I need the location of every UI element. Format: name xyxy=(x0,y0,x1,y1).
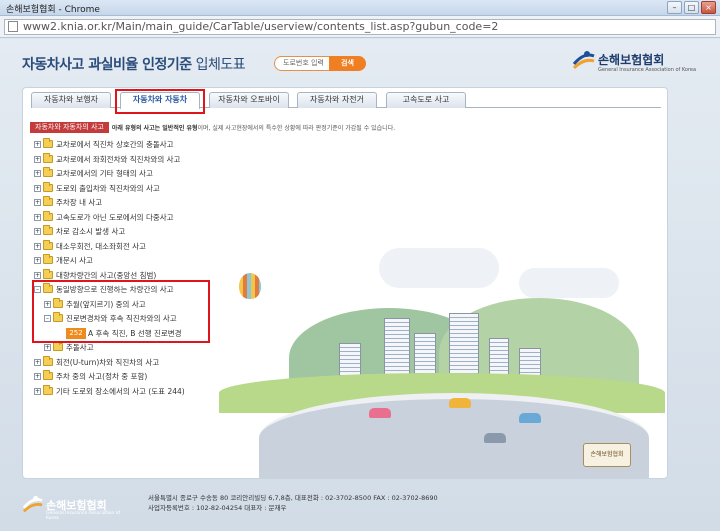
car-icon xyxy=(484,433,506,443)
footer-address: 서울특별시 종로구 수송동 80 코리안리빌딩 6,7,8층, 대표전화 : 0… xyxy=(148,494,438,502)
selected-branch-highlight xyxy=(32,280,210,343)
logo-mark-icon xyxy=(572,51,595,70)
car-icon xyxy=(519,413,541,423)
tab-highway[interactable]: 고속도로 사고 xyxy=(386,92,466,108)
page-title-normal: 입체도표 xyxy=(191,57,246,73)
footer-logo: 손해보험협회 General Insurance Association of … xyxy=(22,493,122,521)
close-button[interactable]: × xyxy=(701,1,716,14)
folder-icon xyxy=(43,167,53,177)
window-title: 손해보험협회 - Chrome xyxy=(6,5,100,15)
expand-icon[interactable]: + xyxy=(34,156,41,163)
search-button[interactable]: 검색 xyxy=(329,56,366,71)
folder-icon xyxy=(43,240,53,250)
expand-icon[interactable]: + xyxy=(34,272,41,279)
city-illustration xyxy=(219,238,665,478)
folder-icon xyxy=(43,385,53,395)
search-input[interactable]: 도로번호 입력 xyxy=(274,56,330,71)
cloud xyxy=(519,268,619,298)
hot-air-balloon-icon xyxy=(239,273,261,299)
active-tab-highlight xyxy=(115,89,205,114)
signpost: 손해보험협회 xyxy=(583,443,631,467)
minimize-button[interactable]: – xyxy=(667,1,682,14)
page-footer: 손해보험협회 General Insurance Association of … xyxy=(0,485,720,531)
car-icon xyxy=(369,408,391,418)
expand-icon[interactable]: + xyxy=(44,344,51,351)
url-field[interactable]: www2.knia.or.kr/Main/main_guide/CarTable… xyxy=(4,19,716,35)
tab-motorcycle[interactable]: 자동차와 오토바이 xyxy=(209,92,289,108)
logo-name: 손해보험협회 xyxy=(598,53,665,67)
description-bold: 아래 유형의 사고는 일반적인 유형 xyxy=(111,125,198,132)
page-title: 자동차사고 과실비율 인정기준 입체도표 xyxy=(22,54,246,74)
category-description: 자동차와 자동차의 사고 아래 유형의 사고는 일반적인 유형이며, 실제 사고현… xyxy=(30,122,395,134)
footer-business-number: 사업자등록번호 : 102-82-04254 대표자 : 문재우 xyxy=(148,504,287,512)
folder-icon xyxy=(43,370,53,380)
tab-bicycle[interactable]: 자동차와 자전거 xyxy=(297,92,377,108)
expand-icon[interactable]: + xyxy=(34,373,41,380)
page: 자동차사고 과실비율 인정기준 입체도표 도로번호 입력 검색 손해보험협회 G… xyxy=(0,39,720,531)
tab-pedestrian[interactable]: 자동차와 보행자 xyxy=(31,92,111,108)
page-header: 자동차사고 과실비율 인정기준 입체도표 도로번호 입력 검색 손해보험협회 G… xyxy=(0,39,720,83)
window-titlebar: 손해보험협회 - Chrome – □ × xyxy=(0,0,720,16)
maximize-button[interactable]: □ xyxy=(684,1,699,14)
window-controls: – □ × xyxy=(667,1,716,14)
expand-icon[interactable]: + xyxy=(34,170,41,177)
folder-icon xyxy=(43,254,53,264)
folder-icon xyxy=(43,196,53,206)
address-bar: www2.knia.or.kr/Main/main_guide/CarTable… xyxy=(0,16,720,38)
header-logo[interactable]: 손해보험협회 General Insurance Association of … xyxy=(572,48,702,76)
content-panel: 자동차와 보행자 자동차와 자동차 자동차와 오토바이 자동차와 자전거 고속도… xyxy=(22,87,668,479)
category-badge: 자동차와 자동차의 사고 xyxy=(30,122,109,133)
folder-icon xyxy=(43,182,53,192)
footer-logo-subtitle: General Insurance Association of Korea xyxy=(46,511,121,521)
expand-icon[interactable]: + xyxy=(34,141,41,148)
search-box: 도로번호 입력 검색 xyxy=(274,56,366,71)
expand-icon[interactable]: + xyxy=(34,257,41,264)
page-icon xyxy=(8,21,18,32)
expand-icon[interactable]: + xyxy=(34,243,41,250)
expand-icon[interactable]: + xyxy=(34,359,41,366)
folder-icon xyxy=(43,153,53,163)
expand-icon[interactable]: + xyxy=(34,214,41,221)
expand-icon[interactable]: + xyxy=(34,388,41,395)
logo-mark-icon xyxy=(22,495,43,513)
expand-icon[interactable]: + xyxy=(34,199,41,206)
page-title-bold: 자동차사고 과실비율 인정기준 xyxy=(22,57,192,73)
folder-icon xyxy=(53,341,63,351)
expand-icon[interactable]: + xyxy=(34,185,41,192)
description-rest: 이며, 실제 사고현장에서의 특수한 상황에 따라 판정기준이 가감될 수 있습… xyxy=(197,125,396,132)
cloud xyxy=(379,248,499,288)
folder-icon xyxy=(43,225,53,235)
folder-icon xyxy=(43,269,53,279)
car-icon xyxy=(449,398,471,408)
description-text: 아래 유형의 사고는 일반적인 유형이며, 실제 사고현장에서의 특수한 상황에… xyxy=(112,123,395,132)
folder-icon xyxy=(43,138,53,148)
folder-icon xyxy=(43,356,53,366)
logo-subtitle: General Insurance Association of Korea xyxy=(598,67,697,73)
footer-info: 서울특별시 종로구 수송동 80 코리안리빌딩 6,7,8층, 대표전화 : 0… xyxy=(148,493,438,513)
folder-icon xyxy=(43,211,53,221)
expand-icon[interactable]: + xyxy=(34,228,41,235)
